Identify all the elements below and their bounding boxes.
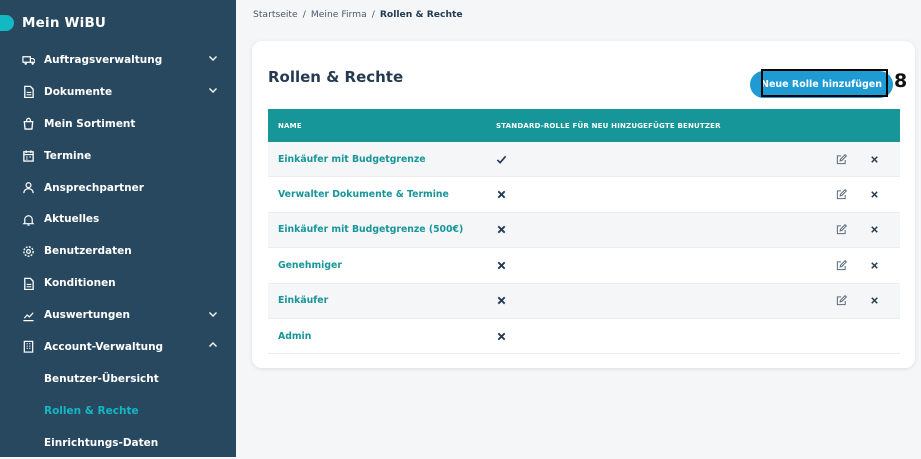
brand-accent	[0, 15, 14, 31]
table-body: Einkäufer mit Budgetgrenze Verwalter Doku…	[268, 142, 900, 355]
table-row: Verwalter Dokumente & Termine	[268, 177, 900, 213]
edit-icon[interactable]	[836, 259, 847, 271]
delete-icon[interactable]	[869, 295, 880, 306]
sidebar-subitem-einrichtungs-daten[interactable]: Einrichtungs-Daten	[0, 427, 236, 459]
calendar-icon	[21, 149, 35, 163]
row-actions	[820, 295, 900, 306]
breadcrumb: Startseite / Meine Firma / Rollen & Rechte	[253, 9, 463, 20]
row-actions	[820, 189, 900, 200]
role-name-link[interactable]: Admin	[268, 331, 496, 342]
shopping-bag-icon	[21, 117, 35, 131]
sidebar-item-label: Auftragsverwaltung	[44, 53, 163, 66]
table-row: Genehmiger	[268, 248, 900, 284]
chart-line-icon	[21, 308, 35, 322]
chevron-down-icon[interactable]	[208, 309, 218, 322]
sidebar-item-label: Benutzerdaten	[44, 245, 132, 258]
cross-icon	[496, 291, 507, 310]
gear-icon	[21, 244, 35, 258]
role-name-link[interactable]: Verwalter Dokumente & Termine	[268, 189, 496, 200]
brand-title: Mein WiBU	[22, 15, 107, 31]
sidebar-item-label: Auswertungen	[44, 309, 130, 322]
roles-table: NAME STANDARD-ROLLE FÜR NEU HINZUGEFÜGTE…	[268, 109, 900, 355]
sidebar-item-auftragsverwaltung[interactable]: Auftragsverwaltung	[0, 44, 236, 76]
row-actions	[820, 224, 900, 235]
sidebar-item-label: Konditionen	[44, 277, 116, 290]
role-name-link[interactable]: Einkäufer	[268, 295, 496, 306]
brand: Mein WiBU	[0, 10, 236, 36]
sidebar-item-benutzerdaten[interactable]: Benutzerdaten	[0, 235, 236, 267]
cross-icon	[496, 220, 507, 239]
document-icon	[21, 85, 35, 99]
breadcrumb-link-startseite[interactable]: Startseite	[253, 9, 298, 20]
sidebar-subitem-rollen-rechte[interactable]: Rollen & Rechte	[0, 395, 236, 427]
table-row: Einkäufer mit Budgetgrenze (500€)	[268, 212, 900, 249]
chevron-up-icon[interactable]	[208, 340, 218, 353]
person-icon	[21, 181, 35, 195]
table-row: Admin	[268, 319, 900, 355]
sidebar-item-account-verwaltung[interactable]: Account-Verwaltung	[0, 331, 236, 363]
cross-icon	[496, 256, 507, 275]
bell-icon	[21, 212, 35, 226]
role-name-link[interactable]: Genehmiger	[268, 260, 496, 271]
standard-role-cell	[496, 327, 820, 346]
building-icon	[21, 340, 35, 354]
edit-icon[interactable]	[836, 224, 847, 235]
sidebar-item-label: Dokumente	[44, 85, 113, 98]
sidebar-item-label: Ansprechpartner	[44, 181, 144, 194]
standard-role-cell	[496, 291, 820, 310]
role-name-link[interactable]: Einkäufer mit Budgetgrenze	[268, 154, 496, 165]
cross-icon	[496, 327, 507, 346]
sidebar-item-auswertungen[interactable]: Auswertungen	[0, 299, 236, 331]
table-header: NAME STANDARD-ROLLE FÜR NEU HINZUGEFÜGTE…	[268, 109, 900, 142]
sidebar-item-label: Account-Verwaltung	[44, 340, 164, 353]
sidebar-subitem-benutzer-uebersicht[interactable]: Benutzer-Übersicht	[0, 363, 236, 395]
cross-icon	[496, 185, 507, 204]
document-icon	[21, 276, 35, 290]
role-name-link[interactable]: Einkäufer mit Budgetgrenze (500€)	[268, 224, 496, 235]
edit-icon[interactable]	[836, 295, 847, 306]
column-header-standard-role: STANDARD-ROLLE FÜR NEU HINZUGEFÜGTE BENU…	[496, 121, 721, 130]
sidebar-item-label: Mein Sortiment	[44, 117, 136, 130]
chevron-down-icon[interactable]	[208, 53, 218, 66]
sidebar-item-ansprechpartner[interactable]: Ansprechpartner	[0, 172, 236, 204]
delete-icon[interactable]	[869, 154, 880, 165]
edit-icon[interactable]	[836, 153, 847, 165]
column-header-name: NAME	[278, 121, 302, 130]
delete-icon[interactable]	[869, 224, 880, 235]
standard-role-cell	[496, 150, 820, 169]
standard-role-cell	[496, 256, 820, 275]
sidebar-nav: Auftragsverwaltung Dokumente Mein Sortimen…	[0, 44, 236, 459]
sidebar-item-konditionen[interactable]: Konditionen	[0, 267, 236, 299]
row-actions	[820, 153, 900, 165]
breadcrumb-separator: /	[371, 9, 375, 20]
sidebar-item-label: Aktuelles	[44, 213, 100, 226]
sidebar: Mein WiBU Auftragsverwaltung Dokumente Mei…	[0, 0, 236, 457]
sidebar-item-label: Termine	[44, 149, 92, 162]
roles-card: Rollen & Rechte Neue Rolle hinzufügen NA…	[252, 41, 915, 368]
chevron-down-icon[interactable]	[208, 85, 218, 98]
delete-icon[interactable]	[869, 260, 880, 271]
standard-role-cell	[496, 185, 820, 204]
sidebar-item-dokumente[interactable]: Dokumente	[0, 76, 236, 108]
breadcrumb-separator: /	[302, 9, 306, 20]
check-icon	[496, 150, 507, 169]
edit-icon[interactable]	[836, 189, 847, 200]
breadcrumb-link-meine-firma[interactable]: Meine Firma	[311, 9, 367, 20]
page-title: Rollen & Rechte	[268, 68, 404, 86]
sidebar-item-aktuelles[interactable]: Aktuelles	[0, 203, 236, 235]
sidebar-item-termine[interactable]: Termine	[0, 140, 236, 172]
table-row: Einkäufer mit Budgetgrenze	[268, 142, 900, 178]
row-actions	[820, 259, 900, 271]
breadcrumb-current: Rollen & Rechte	[379, 9, 463, 20]
new-role-button[interactable]: Neue Rolle hinzufügen	[750, 71, 893, 98]
table-row: Einkäufer	[268, 283, 900, 319]
delete-icon[interactable]	[869, 189, 880, 200]
annotation-step-number: 8	[894, 70, 908, 92]
standard-role-cell	[496, 220, 820, 239]
sidebar-item-mein-sortiment[interactable]: Mein Sortiment	[0, 108, 236, 140]
truck-icon	[21, 53, 35, 67]
